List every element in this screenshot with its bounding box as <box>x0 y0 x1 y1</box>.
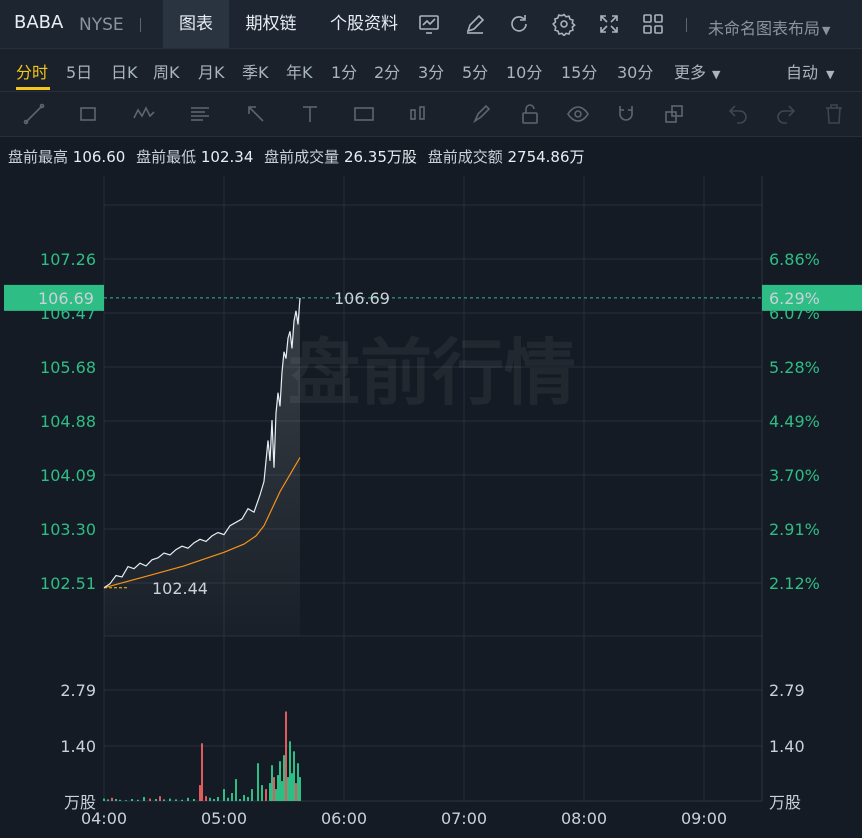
volume-bar <box>149 798 151 801</box>
time-tick: 05:00 <box>201 809 247 828</box>
volume-bars <box>103 711 301 801</box>
volume-bar <box>111 797 113 801</box>
price-tick-right: 5.28% <box>769 358 820 377</box>
price-tick-right: 6.86% <box>769 250 820 269</box>
price-tick-left: 107.26 <box>40 250 96 269</box>
volume-bar <box>137 799 139 801</box>
time-tick: 09:00 <box>681 809 727 828</box>
price-tick-right: 4.49% <box>769 412 820 431</box>
volume-bar <box>269 783 271 801</box>
volume-bar <box>279 761 281 801</box>
volume-unit-right: 万股 <box>769 793 801 812</box>
price-tick-left: 104.88 <box>40 412 96 431</box>
volume-bar <box>291 773 293 801</box>
volume-bar <box>271 765 273 801</box>
chart-grid <box>103 176 763 802</box>
volume-bar <box>243 795 245 801</box>
price-tick-left: 102.51 <box>40 574 96 593</box>
time-tick: 04:00 <box>81 809 127 828</box>
volume-bar <box>223 789 225 801</box>
price-tick-left: 103.30 <box>40 520 96 539</box>
volume-bar <box>187 797 189 801</box>
volume-bar <box>159 796 161 801</box>
current-price-badge-text: 106.69 <box>38 289 94 308</box>
volume-tick-left: 2.79 <box>60 681 96 700</box>
volume-bar <box>293 751 295 801</box>
volume-bar <box>299 777 301 801</box>
volume-bar <box>283 755 285 801</box>
volume-bar <box>103 798 105 801</box>
open-price-label: 102.44 <box>152 579 208 598</box>
volume-bar <box>107 799 109 801</box>
volume-bar <box>209 797 211 801</box>
price-tick-right: 2.91% <box>769 520 820 539</box>
volume-bar <box>273 777 275 801</box>
volume-bar <box>231 793 233 801</box>
volume-bar <box>261 785 263 801</box>
current-pct-badge-text: 6.29% <box>769 289 820 308</box>
time-tick: 08:00 <box>561 809 607 828</box>
volume-bar <box>115 799 117 801</box>
volume-bar <box>205 796 207 801</box>
volume-bar <box>281 781 283 801</box>
volume-bar <box>201 743 203 801</box>
volume-bar <box>193 799 195 801</box>
volume-bar <box>213 799 215 801</box>
volume-tick-right: 1.40 <box>769 737 805 756</box>
time-tick: 06:00 <box>321 809 367 828</box>
volume-bar <box>227 797 229 801</box>
volume-bar <box>235 779 237 801</box>
last-price-label: 106.69 <box>334 289 390 308</box>
price-tick-right: 3.70% <box>769 466 820 485</box>
volume-bar <box>287 777 289 801</box>
volume-bar <box>265 789 267 801</box>
volume-bar <box>285 711 287 801</box>
volume-bar <box>199 785 201 801</box>
intraday-chart[interactable]: 盘前行情 107.26106.47105.68104.88104.09103.3… <box>0 0 862 838</box>
volume-bar <box>295 783 297 801</box>
price-tick-left: 105.68 <box>40 358 96 377</box>
volume-bar <box>217 797 219 801</box>
volume-tick-left: 1.40 <box>60 737 96 756</box>
volume-bar <box>297 763 299 801</box>
volume-bar <box>125 800 127 801</box>
volume-tick-right: 2.79 <box>769 681 805 700</box>
volume-bar <box>289 741 291 801</box>
volume-bar <box>163 799 165 801</box>
volume-bar <box>119 799 121 801</box>
price-tick-left: 104.09 <box>40 466 96 485</box>
volume-bar <box>275 789 277 801</box>
volume-bar <box>257 763 259 801</box>
volume-bar <box>247 797 249 801</box>
volume-bar <box>131 799 133 801</box>
volume-bar <box>143 797 145 801</box>
volume-bar <box>239 799 241 801</box>
volume-bar <box>155 799 157 801</box>
volume-bar <box>251 789 253 801</box>
volume-bar <box>277 775 279 801</box>
time-tick: 07:00 <box>441 809 487 828</box>
watermark-text: 盘前行情 <box>288 331 576 415</box>
price-tick-right: 2.12% <box>769 574 820 593</box>
volume-bar <box>169 798 171 801</box>
volume-bar <box>175 799 177 801</box>
volume-bar <box>181 799 183 801</box>
